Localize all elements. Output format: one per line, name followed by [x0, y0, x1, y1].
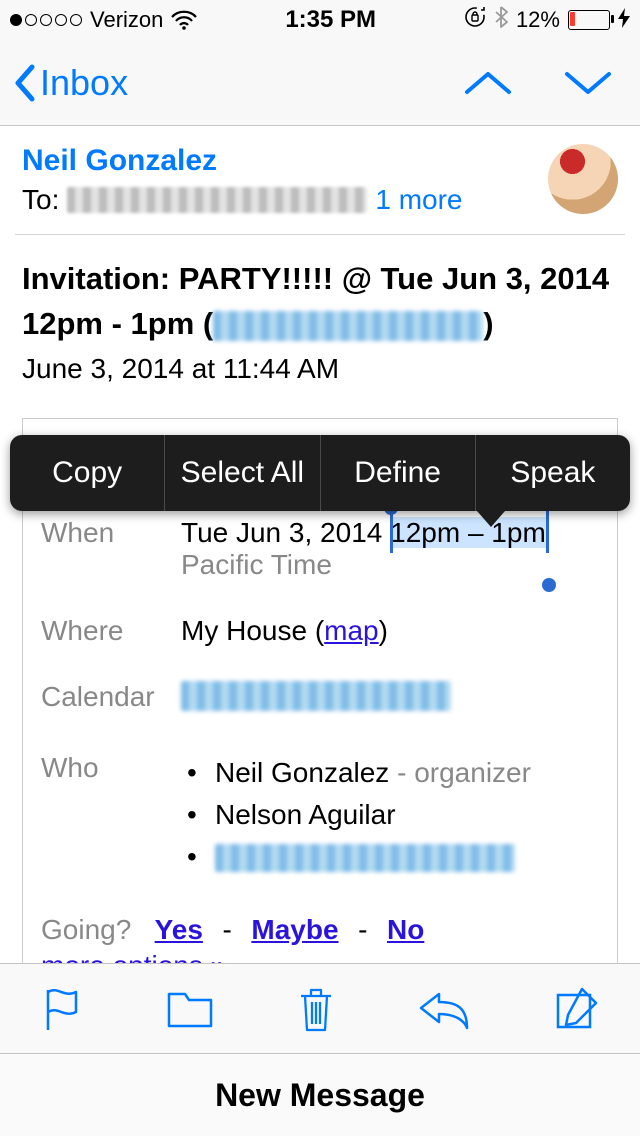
where-text-end: ): [379, 615, 388, 646]
going-label: Going?: [41, 914, 131, 945]
select-all-action[interactable]: Select All: [165, 435, 320, 511]
message-header: Neil Gonzalez To: 1 more: [0, 126, 640, 234]
reply-button[interactable]: [417, 988, 471, 1030]
wifi-icon: [171, 10, 197, 30]
sent-date: June 3, 2014 at 11:44 AM: [22, 353, 618, 385]
selection-caret-end: [546, 511, 549, 553]
mail-toolbar: [0, 963, 640, 1054]
status-bar: Verizon 1:35 PM 12%: [0, 0, 640, 40]
to-label: To:: [22, 184, 59, 216]
previous-message-button[interactable]: [463, 68, 513, 98]
where-value: My House (map): [181, 615, 388, 647]
where-label: Where: [41, 615, 181, 647]
battery-icon: [568, 10, 610, 30]
calendar-redacted: [181, 681, 451, 711]
back-button[interactable]: Inbox: [12, 62, 128, 104]
clock-label: 1:35 PM: [285, 6, 376, 34]
sender-name[interactable]: Neil Gonzalez: [22, 144, 463, 178]
navigation-bar: Inbox: [0, 40, 640, 126]
copy-action[interactable]: Copy: [10, 435, 165, 511]
rotation-lock-icon: [464, 6, 486, 34]
attendee-name: Neil Gonzalez: [215, 757, 389, 788]
rsvp-no[interactable]: No: [387, 914, 424, 945]
speak-action[interactable]: Speak: [476, 435, 630, 511]
bluetooth-icon: [494, 6, 508, 34]
define-action[interactable]: Define: [321, 435, 476, 511]
charging-icon: [618, 8, 630, 33]
trash-button[interactable]: [295, 984, 337, 1034]
carrier-label: Verizon: [90, 7, 163, 33]
email-subject: Invitation: PARTY!!!!! @ Tue Jun 3, 2014…: [22, 257, 618, 347]
when-timezone: Pacific Time: [181, 549, 546, 581]
attendee-role: organizer: [414, 757, 531, 788]
selection-handle-end[interactable]: [542, 578, 556, 592]
when-label: When: [41, 517, 181, 549]
attendee-item: Nelson Aguilar: [181, 794, 531, 836]
attendee-redacted: [215, 844, 515, 872]
flag-button[interactable]: [40, 984, 84, 1034]
selection-caret-start: [390, 511, 393, 553]
attendee-list: Neil Gonzalez - organizer Nelson Aguilar: [181, 752, 531, 878]
rsvp-yes[interactable]: Yes: [155, 914, 203, 945]
new-message-label: New Message: [215, 1077, 425, 1114]
back-label: Inbox: [40, 62, 128, 104]
selected-text[interactable]: 12pm – 1pm: [390, 517, 546, 548]
subject-text-end: ): [483, 306, 493, 341]
recipient-redacted: [67, 187, 367, 213]
text-edit-menu: Copy Select All Define Speak: [10, 435, 630, 511]
compose-button[interactable]: [552, 985, 600, 1033]
where-text: My House (: [181, 615, 324, 646]
when-date: Tue Jun 3, 2014: [181, 517, 390, 548]
subject-block: Invitation: PARTY!!!!! @ Tue Jun 3, 2014…: [0, 235, 640, 403]
battery-percentage: 12%: [516, 7, 560, 33]
more-recipients-link[interactable]: 1 more: [375, 184, 462, 216]
calendar-label: Calendar: [41, 681, 181, 713]
chevron-left-icon: [12, 63, 38, 103]
next-message-button[interactable]: [563, 68, 613, 98]
who-label: Who: [41, 752, 181, 784]
signal-strength-icon: [10, 14, 82, 26]
attendee-item: Neil Gonzalez - organizer: [181, 752, 531, 794]
move-button[interactable]: [165, 988, 215, 1030]
sender-avatar[interactable]: [548, 144, 618, 214]
subject-redacted: [213, 311, 483, 341]
attendee-item: [181, 836, 531, 878]
map-link[interactable]: map: [324, 615, 378, 646]
attendee-name: Nelson Aguilar: [215, 799, 396, 830]
rsvp-maybe[interactable]: Maybe: [251, 914, 338, 945]
new-message-bar[interactable]: New Message: [0, 1053, 640, 1136]
edit-menu-pointer: [477, 511, 505, 527]
